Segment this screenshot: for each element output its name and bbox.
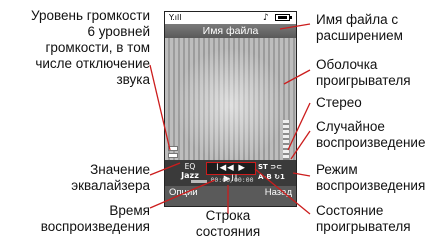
callout-shuffle: Случайное воспроизведение bbox=[316, 119, 426, 150]
callout-file-name: Имя файла с расширением bbox=[316, 12, 403, 43]
leader-shuffle bbox=[290, 130, 311, 160]
callout-stereo: Стерео bbox=[316, 95, 362, 110]
callout-play-mode: Режим воспроизведения bbox=[316, 162, 426, 193]
leader-stereo bbox=[287, 102, 311, 151]
callout-play-time: Время воспроизведения bbox=[40, 203, 150, 234]
callout-eq-value: Значение эквалайзера bbox=[71, 162, 150, 193]
callout-status-line: Строка состояния bbox=[195, 208, 261, 239]
leader-mode bbox=[292, 172, 311, 177]
leader-volume bbox=[149, 64, 171, 151]
leader-eq bbox=[149, 162, 181, 176]
callout-player-skin: Оболочка проигрывателя bbox=[316, 57, 411, 88]
callout-volume-level: Уровень громкости 6 уровней громкости, в… bbox=[30, 8, 150, 87]
callout-player-state: Состояние проигрывателя bbox=[316, 203, 411, 234]
leader-filename bbox=[279, 23, 311, 30]
leader-skin bbox=[283, 69, 311, 85]
leader-time bbox=[149, 179, 216, 209]
